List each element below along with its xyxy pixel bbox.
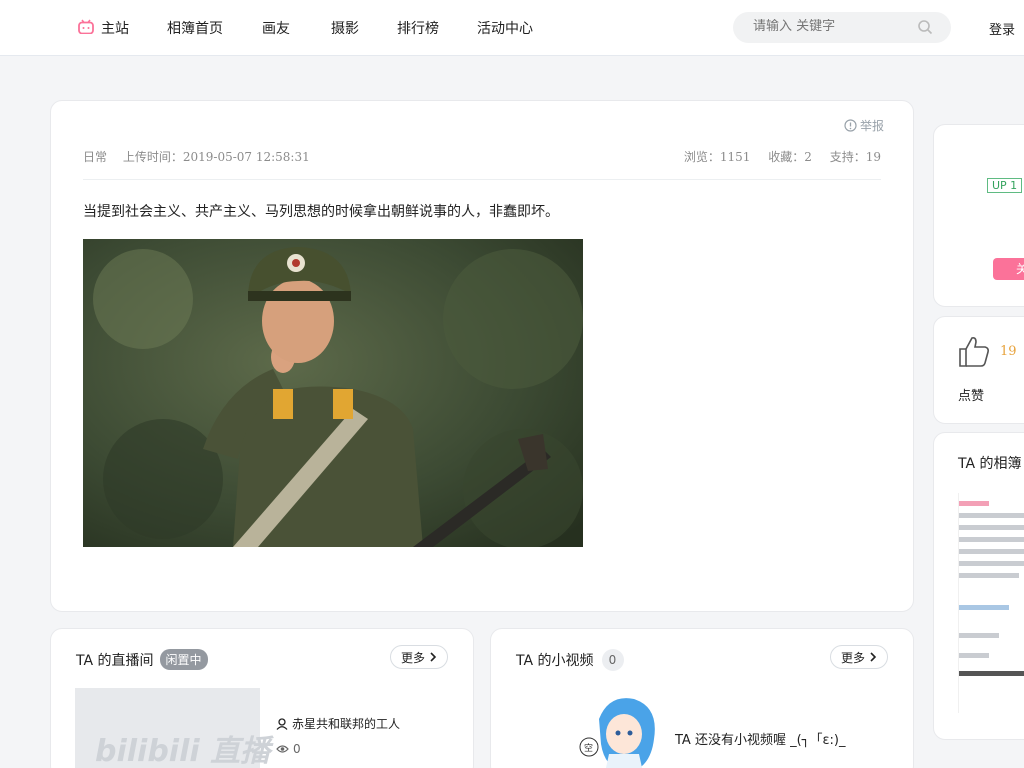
post-description: 当提到社会主义、共产主义、马列思想的时候拿出朝鲜说事的人，非蠢即坏。 (83, 204, 559, 220)
soldier-photo-image (83, 239, 583, 547)
tv-icon (78, 19, 94, 34)
video-count-badge: 0 (601, 649, 624, 671)
chevron-right-icon (430, 652, 437, 662)
live-thumbnail[interactable]: bilibili 直播 (75, 688, 270, 768)
divider (83, 179, 881, 180)
post-stats: 浏览：1151 收藏：2 支持：19 (670, 148, 881, 165)
follow-button[interactable]: 关 (993, 258, 1024, 280)
album-thumbnail[interactable] (958, 493, 1024, 713)
search-input[interactable] (753, 19, 903, 34)
status-badge: 闲置中 (159, 649, 208, 670)
live-owner[interactable]: 赤星共和联邦的工人 (276, 715, 400, 732)
live-view-count: 0 (293, 742, 301, 756)
like-count: 19 (1000, 344, 1017, 359)
eye-icon (276, 745, 289, 753)
chevron-right-icon (870, 652, 877, 662)
empty-video-message: TA 还没有小视频喔 _(┐「ε:)_ (675, 733, 846, 748)
post-category[interactable]: 日常 (83, 150, 107, 164)
nav-item-album-home[interactable]: 相簿首页 (167, 18, 223, 38)
short-video-title-text: TA 的小视频 (516, 653, 594, 669)
like-card: 19 点赞 (933, 316, 1024, 424)
post-photo[interactable] (83, 239, 583, 547)
post-card: 举报 日常 上传时间：2019-05-07 12:58:31 浏览：1151 收… (50, 100, 914, 612)
nav-item-main-site[interactable]: 主站 (101, 18, 129, 38)
short-video-title: TA 的小视频 0 (516, 649, 624, 671)
user-icon (276, 717, 288, 730)
live-owner-name: 赤星共和联邦的工人 (292, 717, 401, 731)
login-link[interactable]: 登录 (989, 19, 1015, 38)
video-more-label: 更多 (840, 650, 865, 665)
like-label: 点赞 (958, 389, 985, 404)
search-box (733, 12, 951, 43)
thumbs-up-icon[interactable] (957, 335, 991, 369)
report-button[interactable]: 举报 (844, 117, 884, 134)
up-level-badge: UP 1 (987, 178, 1023, 193)
search-icon[interactable] (917, 19, 933, 35)
nav-item-events[interactable]: 活动中心 (477, 18, 533, 38)
live-thumbnail-logo: bilibili 直播 (95, 734, 271, 768)
album-title: TA 的相簿 (958, 456, 1022, 472)
upload-time: 上传时间：2019-05-07 12:58:31 (122, 150, 310, 164)
live-more-label: 更多 (400, 650, 425, 665)
nav-item-artists[interactable]: 画友 (262, 18, 290, 38)
uploader-card: UP 1 关 (933, 124, 1024, 307)
warning-icon (844, 119, 857, 132)
album-card: TA 的相簿 (933, 432, 1024, 740)
favorite-count: 收藏：2 (768, 150, 812, 164)
nav-item-ranking[interactable]: 排行榜 (397, 18, 439, 38)
live-room-card: TA 的直播间 闲置中 更多 bilibili 直播 赤星共和联邦的工人 0 (50, 628, 474, 768)
report-label: 举报 (859, 119, 884, 133)
view-count: 浏览：1151 (683, 150, 751, 164)
live-more-button[interactable]: 更多 (390, 645, 448, 669)
top-nav-bar: 主站 相簿首页 画友 摄影 排行榜 活动中心 登录 (0, 0, 1024, 56)
support-count: 支持：19 (829, 150, 881, 164)
post-meta: 日常 上传时间：2019-05-07 12:58:31 (83, 148, 322, 165)
nav-item-photography[interactable]: 摄影 (331, 18, 359, 38)
live-views: 0 (276, 742, 301, 756)
short-video-card: TA 的小视频 0 更多 空 TA 还没有小视频喔 _(┐「ε:)_ (490, 628, 914, 768)
live-room-title-text: TA 的直播间 (76, 652, 154, 669)
empty-mascot-image: 空 (579, 698, 655, 768)
svg-text:空: 空 (584, 742, 593, 754)
video-more-button[interactable]: 更多 (830, 645, 888, 669)
live-room-title: TA 的直播间 闲置中 (76, 649, 208, 670)
